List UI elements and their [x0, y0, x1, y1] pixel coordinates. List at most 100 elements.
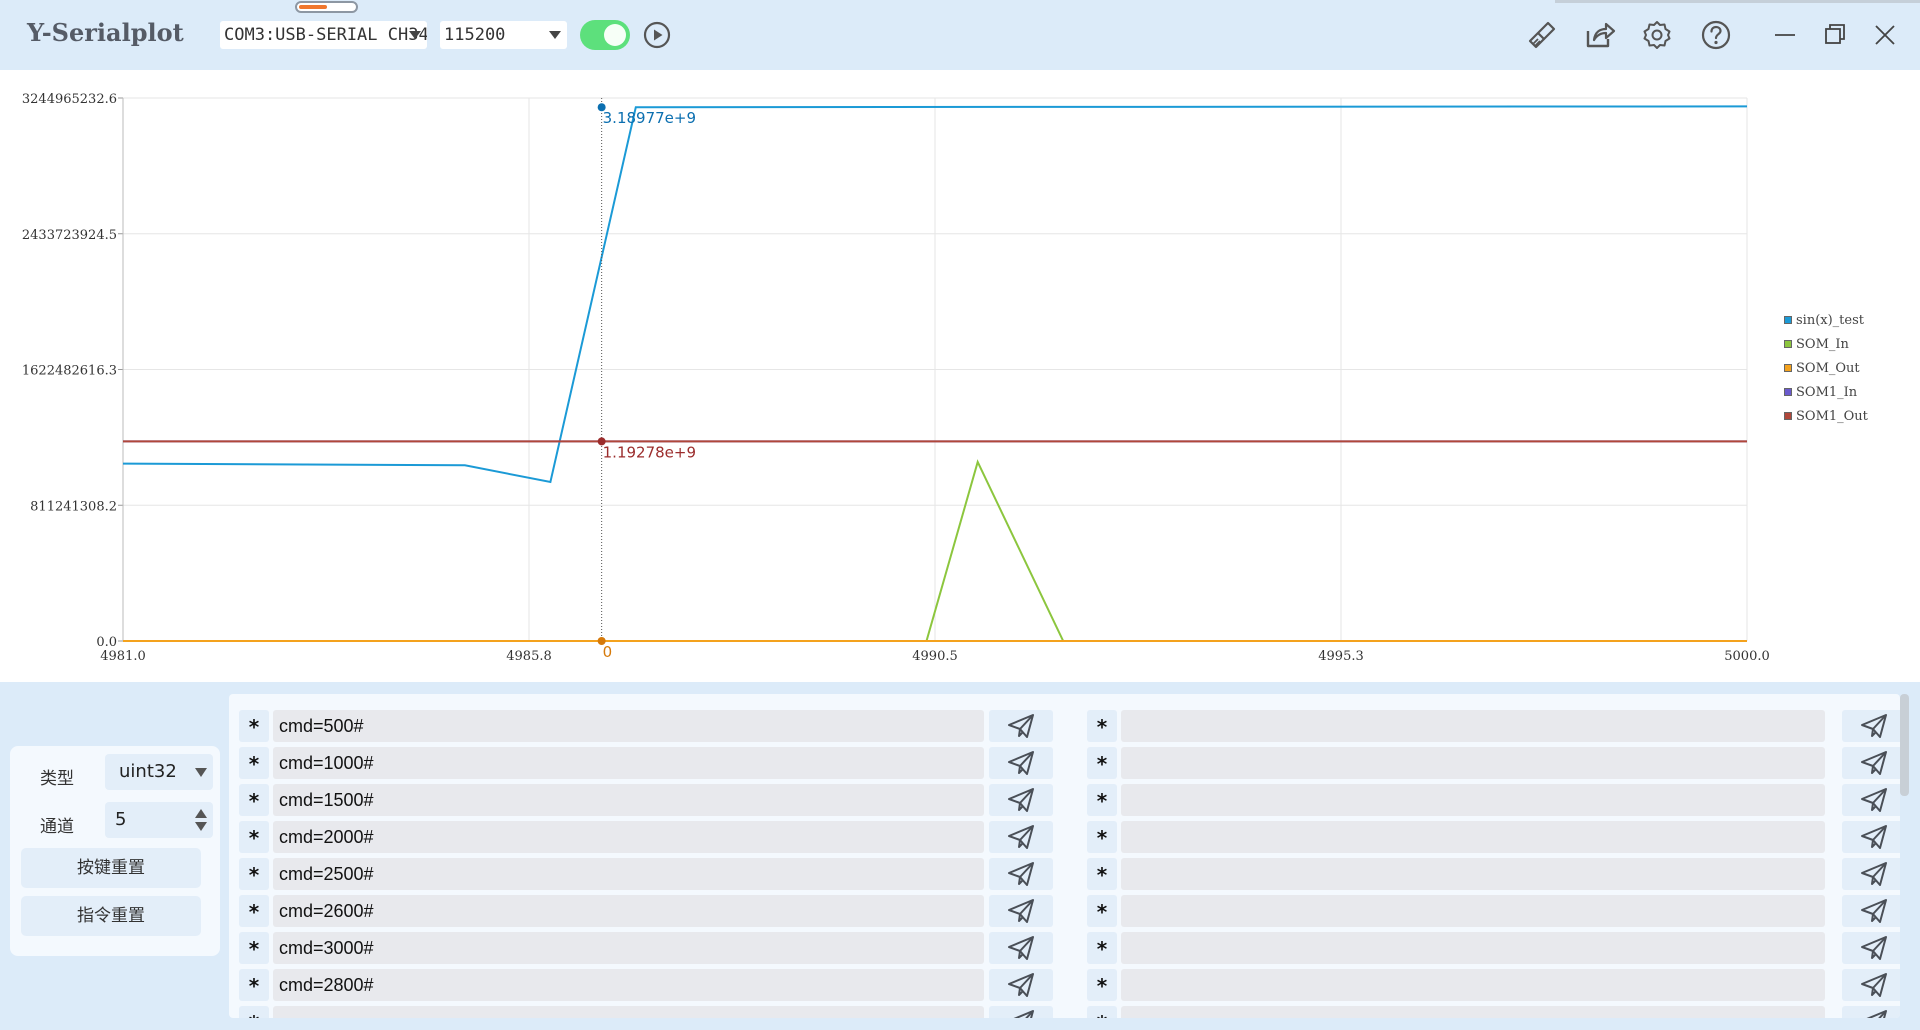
channel-spinbox-value: 5	[115, 809, 127, 830]
send-button[interactable]	[989, 821, 1053, 853]
command-enable-toggle[interactable]: *	[239, 821, 269, 853]
close-icon[interactable]	[1872, 22, 1898, 48]
send-icon	[1008, 714, 1034, 738]
type-label: 类型	[40, 769, 74, 789]
progress-indicator	[295, 1, 358, 13]
command-input[interactable]: cmd=2800#	[273, 969, 984, 1001]
command-input[interactable]	[273, 1006, 984, 1018]
connection-toggle[interactable]	[580, 20, 630, 50]
send-button[interactable]	[989, 1006, 1053, 1018]
command-enable-toggle[interactable]: *	[1087, 784, 1117, 816]
export-icon[interactable]	[1584, 19, 1616, 51]
scrollbar[interactable]	[1900, 694, 1909, 796]
command-input[interactable]	[1121, 1006, 1825, 1018]
send-button[interactable]	[1842, 932, 1900, 964]
command-enable-toggle[interactable]: *	[239, 858, 269, 890]
channel-label: 通道	[40, 817, 74, 837]
command-enable-toggle[interactable]: *	[239, 969, 269, 1001]
command-enable-toggle[interactable]: *	[1087, 895, 1117, 927]
maximize-icon[interactable]	[1822, 22, 1848, 48]
legend-item[interactable]: SOM_In	[1784, 332, 1868, 356]
send-button[interactable]	[1842, 895, 1900, 927]
command-input[interactable]	[1121, 821, 1825, 853]
send-button[interactable]	[1842, 710, 1900, 742]
send-button[interactable]	[989, 969, 1053, 1001]
command-input[interactable]: cmd=2600#	[273, 895, 984, 927]
legend-item[interactable]: sin(x)_test	[1784, 308, 1868, 332]
cursor-value-label: 1.19278e+9	[603, 443, 696, 461]
send-button[interactable]	[1842, 821, 1900, 853]
chevron-down-icon	[195, 768, 207, 777]
command-enable-toggle[interactable]: *	[1087, 932, 1117, 964]
send-button[interactable]	[989, 710, 1053, 742]
command-enable-toggle[interactable]: *	[239, 1006, 269, 1018]
send-icon	[1861, 714, 1887, 738]
command-input[interactable]	[1121, 858, 1825, 890]
command-input[interactable]: cmd=1000#	[273, 747, 984, 779]
command-enable-toggle[interactable]: *	[1087, 821, 1117, 853]
send-button[interactable]	[989, 895, 1053, 927]
x-tick-label: 4990.5	[912, 649, 958, 664]
key-reset-button[interactable]: 按键重置	[21, 848, 201, 888]
send-button[interactable]	[1842, 858, 1900, 890]
settings-icon[interactable]	[1641, 19, 1673, 51]
command-enable-toggle[interactable]: *	[239, 784, 269, 816]
command-input[interactable]	[1121, 710, 1825, 742]
command-enable-toggle[interactable]: *	[239, 747, 269, 779]
command-enable-toggle[interactable]: *	[239, 895, 269, 927]
help-icon[interactable]	[1700, 19, 1732, 51]
send-button[interactable]	[989, 747, 1053, 779]
chevron-down-icon	[409, 31, 421, 39]
command-enable-toggle[interactable]: *	[239, 710, 269, 742]
send-button[interactable]	[1842, 747, 1900, 779]
chart-legend[interactable]: sin(x)_test SOM_In SOM_Out SOM1_In SOM1_Out	[1784, 308, 1868, 428]
command-input[interactable]	[1121, 969, 1825, 1001]
command-enable-toggle[interactable]: *	[1087, 858, 1117, 890]
play-icon[interactable]	[643, 21, 671, 49]
spin-up-icon[interactable]	[195, 809, 207, 818]
command-enable-toggle[interactable]: *	[239, 932, 269, 964]
plot-area[interactable]: 4981.0 4985.8 4990.5 4995.3 5000.0 0.0 8112413…	[0, 70, 1920, 682]
command-enable-toggle[interactable]: *	[1087, 1006, 1117, 1018]
legend-item[interactable]: SOM1_In	[1784, 380, 1868, 404]
clear-icon[interactable]	[1526, 19, 1558, 51]
minimize-icon[interactable]	[1772, 22, 1798, 48]
window-edge	[1555, 0, 1920, 3]
command-enable-toggle[interactable]: *	[1087, 969, 1117, 1001]
send-button[interactable]	[1842, 1006, 1900, 1018]
send-button[interactable]	[989, 784, 1053, 816]
legend-swatch	[1784, 316, 1792, 324]
legend-item[interactable]: SOM1_Out	[1784, 404, 1868, 428]
channel-spinbox[interactable]: 5	[105, 802, 213, 838]
command-input[interactable]: cmd=2000#	[273, 821, 984, 853]
line-chart[interactable]: 4981.0 4985.8 4990.5 4995.3 5000.0 0.0 8112413…	[0, 70, 1920, 682]
send-icon	[1008, 862, 1034, 886]
command-input[interactable]: cmd=2500#	[273, 858, 984, 890]
legend-label: SOM1_Out	[1796, 408, 1868, 424]
baud-select[interactable]: 115200	[440, 21, 567, 49]
port-select[interactable]: COM3:USB-SERIAL CH340	[220, 21, 427, 49]
legend-item[interactable]: SOM_Out	[1784, 356, 1868, 380]
x-tick-label: 4985.8	[506, 649, 552, 664]
command-input[interactable]	[1121, 895, 1825, 927]
command-input[interactable]	[1121, 784, 1825, 816]
legend-swatch	[1784, 364, 1792, 372]
spin-down-icon[interactable]	[195, 822, 207, 831]
type-select[interactable]: uint32	[105, 754, 213, 790]
send-button[interactable]	[989, 932, 1053, 964]
send-button[interactable]	[989, 858, 1053, 890]
command-enable-toggle[interactable]: *	[1087, 747, 1117, 779]
x-tick-label: 4981.0	[100, 649, 146, 664]
cmd-reset-button[interactable]: 指令重置	[21, 896, 201, 936]
command-input[interactable]: cmd=1500#	[273, 784, 984, 816]
command-input[interactable]: cmd=3000#	[273, 932, 984, 964]
port-select-value: COM3:USB-SERIAL CH340	[224, 25, 427, 45]
send-button[interactable]	[1842, 969, 1900, 1001]
command-input[interactable]	[1121, 747, 1825, 779]
title-bar: Y-Serialplot COM3:USB-SERIAL CH340 11520…	[0, 0, 1920, 70]
send-button[interactable]	[1842, 784, 1900, 816]
command-input[interactable]	[1121, 932, 1825, 964]
control-card: 类型 uint32 通道 5 按键重置 指令重置	[10, 746, 220, 956]
command-input[interactable]: cmd=500#	[273, 710, 984, 742]
command-enable-toggle[interactable]: *	[1087, 710, 1117, 742]
